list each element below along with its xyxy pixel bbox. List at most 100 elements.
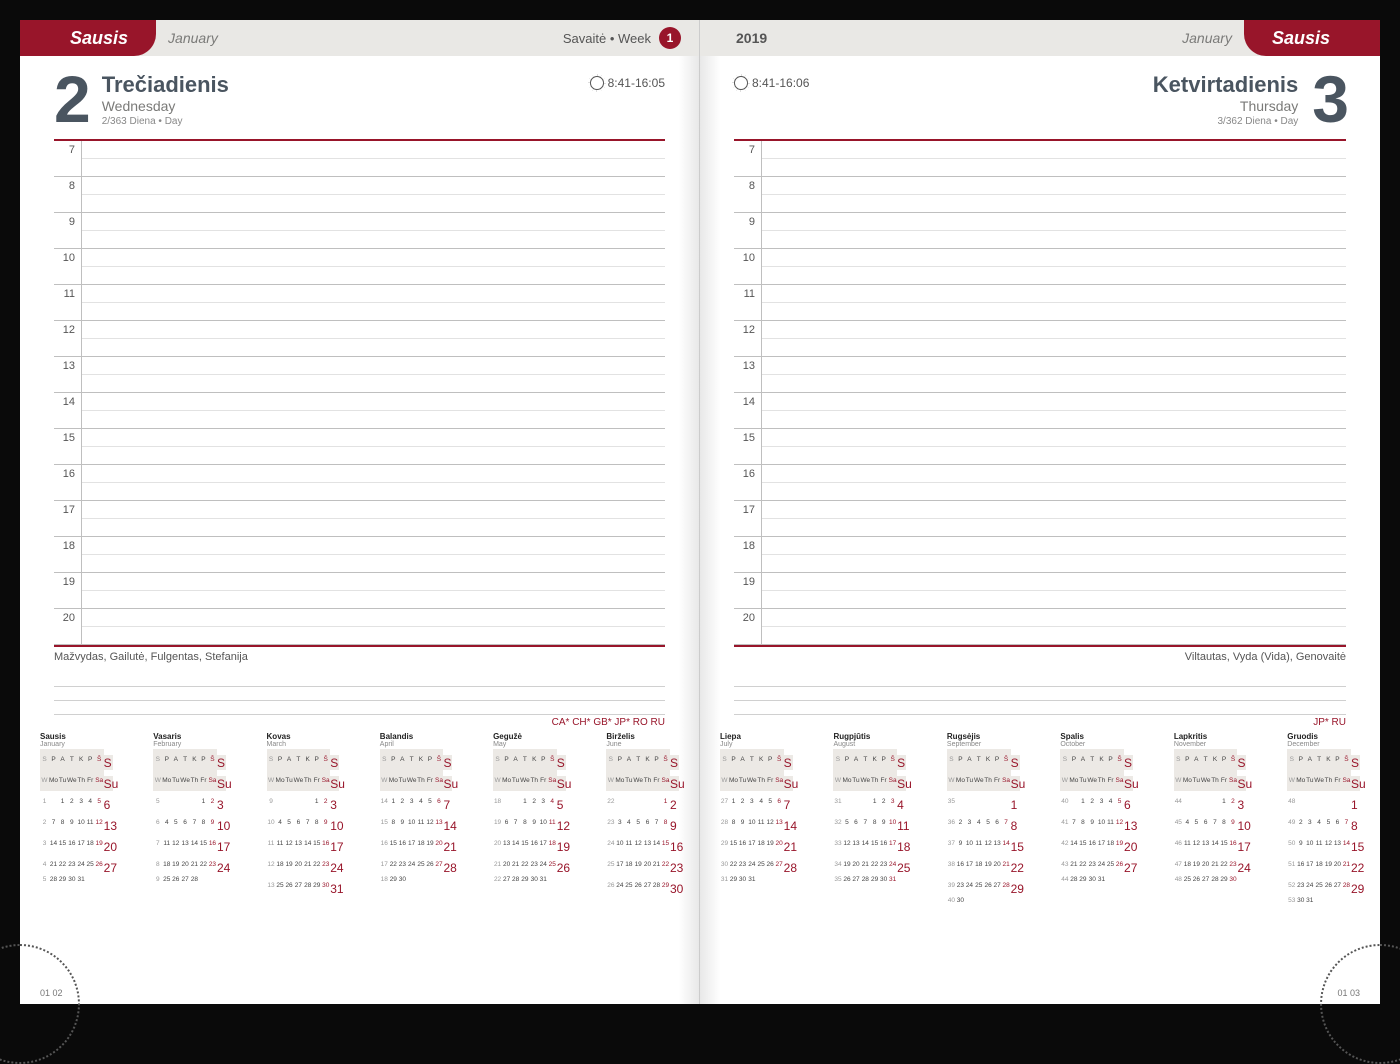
left-date-number: 2 [54, 70, 88, 129]
hour-row: 10 [734, 249, 1346, 285]
hour-label: 10 [54, 249, 82, 284]
hour-row: 15 [54, 429, 665, 465]
hour-row: 7 [734, 141, 1346, 177]
hour-label: 12 [54, 321, 82, 356]
hour-label: 14 [734, 393, 762, 428]
hour-row: 13 [734, 357, 1346, 393]
month-en-right: January [1182, 30, 1232, 46]
hour-row: 19 [54, 573, 665, 609]
right-notes-lines [734, 673, 1346, 715]
hour-label: 13 [734, 357, 762, 392]
hour-label: 14 [54, 393, 82, 428]
hour-label: 9 [734, 213, 762, 248]
right-day-header: 3 Ketvirtadienis Thursday 3/362 Diena • … [700, 56, 1380, 135]
hour-label: 10 [734, 249, 762, 284]
week-number-badge: 1 [659, 27, 681, 49]
hour-label: 16 [734, 465, 762, 500]
sun-icon [734, 76, 748, 90]
mini-calendar: RugsėjisSeptemberSPATKPŠSWMoTuWeThFrSaSu… [947, 732, 1020, 904]
hour-label: 8 [734, 177, 762, 212]
week-indicator: Savaitė • Week 1 [563, 27, 681, 49]
hour-row: 11 [54, 285, 665, 321]
hour-row: 16 [734, 465, 1346, 501]
hour-label: 19 [734, 573, 762, 608]
left-banner: Sausis January Savaitė • Week 1 [20, 20, 699, 56]
left-day-lt: Trečiadienis [102, 72, 229, 98]
hour-row: 20 [734, 609, 1346, 645]
right-page: 2019 January Sausis 3 Ketvirtadienis Thu… [700, 20, 1380, 1004]
hour-label: 15 [54, 429, 82, 464]
mini-calendar: BalandisAprilSPATKPŠSWMoTuWeThFrSaSu1412… [380, 732, 453, 896]
corner-dots-right [1320, 944, 1400, 1064]
week-label: Savaitė • Week [563, 31, 651, 46]
month-tab-right: Sausis [1244, 20, 1380, 56]
left-sun-times: 8:41-16:05 [590, 76, 665, 90]
hour-row: 13 [54, 357, 665, 393]
hour-row: 11 [734, 285, 1346, 321]
hour-label: 11 [734, 285, 762, 320]
right-day-en: Thursday [1153, 98, 1299, 114]
hour-row: 18 [54, 537, 665, 573]
mini-calendar: GegužėMaySPATKPŠSWMoTuWeThFrSaSu18123451… [493, 732, 566, 896]
left-holiday-codes: CA* CH* GB* JP* RO RU [20, 717, 665, 728]
right-date-number: 3 [1312, 70, 1346, 129]
hour-label: 7 [734, 141, 762, 176]
hour-row: 12 [54, 321, 665, 357]
hour-row: 20 [54, 609, 665, 645]
mini-calendar: SausisJanuarySPATKPŠSWMoTuWeThFrSaSu1123… [40, 732, 113, 896]
hour-label: 18 [734, 537, 762, 572]
right-nameday: Viltautas, Vyda (Vida), Genovaitė [700, 647, 1380, 663]
mini-calendar: SpalisOctoberSPATKPŠSWMoTuWeThFrSaSu4012… [1060, 732, 1133, 904]
month-en-left: January [168, 30, 218, 46]
mini-calendar: VasarisFebruarySPATKPŠSWMoTuWeThFrSaSu51… [153, 732, 226, 896]
hour-label: 17 [54, 501, 82, 536]
left-hour-grid: 7891011121314151617181920 [54, 139, 665, 645]
hour-row: 14 [734, 393, 1346, 429]
sun-icon [590, 76, 604, 90]
hour-row: 9 [54, 213, 665, 249]
hour-row: 17 [54, 501, 665, 537]
hour-label: 17 [734, 501, 762, 536]
left-day-meta: 2/363 Diena • Day [102, 116, 229, 127]
hour-row: 18 [734, 537, 1346, 573]
hour-row: 19 [734, 573, 1346, 609]
left-sun-text: 8:41-16:05 [608, 76, 665, 90]
hour-row: 16 [54, 465, 665, 501]
hour-label: 20 [54, 609, 82, 644]
hour-row: 14 [54, 393, 665, 429]
hour-row: 15 [734, 429, 1346, 465]
hour-label: 7 [54, 141, 82, 176]
planner-spread: Sausis January Savaitė • Week 1 2 Trečia… [20, 20, 1380, 1004]
hour-label: 19 [54, 573, 82, 608]
mini-calendar: RugpjūtisAugustSPATKPŠSWMoTuWeThFrSaSu31… [833, 732, 906, 904]
hour-row: 7 [54, 141, 665, 177]
hour-row: 9 [734, 213, 1346, 249]
right-mini-calendars: LiepaJulySPATKPŠSWMoTuWeThFrSaSu27123456… [700, 732, 1380, 908]
corner-dots-left [0, 944, 80, 1064]
left-day-en: Wednesday [102, 98, 229, 114]
right-day-meta: 3/362 Diena • Day [1153, 116, 1299, 127]
month-tab-left: Sausis [20, 20, 156, 56]
right-hour-grid: 7891011121314151617181920 [734, 139, 1346, 645]
left-mini-calendars: SausisJanuarySPATKPŠSWMoTuWeThFrSaSu1123… [20, 732, 699, 900]
hour-label: 12 [734, 321, 762, 356]
year-label: 2019 [736, 30, 767, 46]
mini-calendar: LapkritisNovemberSPATKPŠSWMoTuWeThFrSaSu… [1174, 732, 1247, 904]
hour-row: 8 [734, 177, 1346, 213]
right-sun-text: 8:41-16:06 [752, 76, 809, 90]
hour-label: 16 [54, 465, 82, 500]
hour-row: 17 [734, 501, 1346, 537]
hour-label: 11 [54, 285, 82, 320]
right-holiday-codes: JP* RU [700, 717, 1346, 728]
mini-calendar: GruodisDecemberSPATKPŠSWMoTuWeThFrSaSu48… [1287, 732, 1360, 904]
hour-row: 10 [54, 249, 665, 285]
right-day-lt: Ketvirtadienis [1153, 72, 1299, 98]
right-sun-times: 8:41-16:06 [734, 76, 809, 90]
left-page: Sausis January Savaitė • Week 1 2 Trečia… [20, 20, 700, 1004]
hour-label: 9 [54, 213, 82, 248]
hour-label: 20 [734, 609, 762, 644]
hour-label: 15 [734, 429, 762, 464]
hour-label: 13 [54, 357, 82, 392]
left-notes-lines [54, 673, 665, 715]
hour-label: 18 [54, 537, 82, 572]
